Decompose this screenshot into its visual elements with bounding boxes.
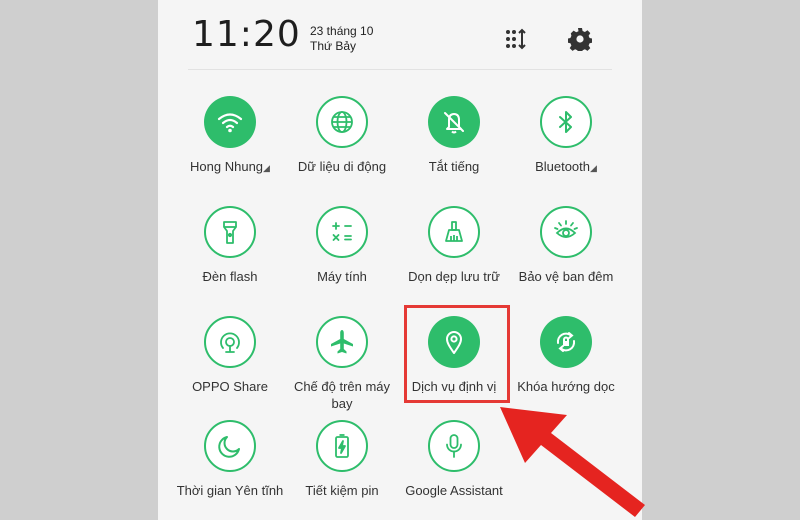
date-block: 23 tháng 10 Thứ Bảy bbox=[310, 24, 373, 54]
tile-flashlight[interactable]: Đèn flash bbox=[170, 206, 290, 285]
tile-bluetooth[interactable]: Bluetooth◢ bbox=[506, 96, 626, 177]
microphone-icon[interactable] bbox=[428, 420, 480, 472]
calculator-icon[interactable] bbox=[316, 206, 368, 258]
status-header: 11:20 23 tháng 10 Thứ Bảy bbox=[158, 0, 642, 70]
bell-off-icon[interactable] bbox=[428, 96, 480, 148]
tile-portrait-lock[interactable]: Khóa hướng dọc bbox=[506, 316, 626, 395]
tile-label: Hong Nhung◢ bbox=[190, 159, 270, 174]
tile-label: Dữ liệu di động bbox=[297, 159, 387, 174]
header-divider bbox=[188, 69, 612, 70]
tile-label: Tắt tiếng bbox=[428, 159, 480, 174]
airplane-icon[interactable] bbox=[316, 316, 368, 368]
share-radar-icon[interactable] bbox=[204, 316, 256, 368]
globe-icon[interactable] bbox=[316, 96, 368, 148]
grid-sort-icon[interactable] bbox=[504, 27, 528, 51]
tile-battery-saver[interactable]: Tiết kiệm pin bbox=[282, 420, 402, 499]
tile-quiet-time[interactable]: Thời gian Yên tĩnh bbox=[170, 420, 290, 499]
moon-icon[interactable] bbox=[204, 420, 256, 472]
eye-protection-icon[interactable] bbox=[540, 206, 592, 258]
tile-label: Bluetooth◢ bbox=[535, 159, 597, 174]
tile-mute[interactable]: Tắt tiếng bbox=[394, 96, 514, 175]
tile-night-protection[interactable]: Bảo vệ ban đêm bbox=[506, 206, 626, 285]
weekday-text: Thứ Bảy bbox=[310, 39, 357, 53]
flashlight-icon[interactable] bbox=[204, 206, 256, 258]
tile-label: Đèn flash bbox=[202, 269, 258, 284]
clock-time: 11:20 bbox=[192, 14, 301, 55]
tile-storage-cleanup[interactable]: Dọn dẹp lưu trữ bbox=[394, 206, 514, 285]
tile-label: Chế độ trên máy bay bbox=[293, 379, 391, 411]
tile-airplane-mode[interactable]: Chế độ trên máy bay bbox=[282, 316, 402, 412]
tile-label: Tiết kiệm pin bbox=[305, 483, 379, 498]
broom-icon[interactable] bbox=[428, 206, 480, 258]
bluetooth-icon[interactable] bbox=[540, 96, 592, 148]
date-text: 23 tháng 10 bbox=[310, 24, 374, 38]
tile-label: Máy tính bbox=[317, 269, 367, 284]
expand-triangle-icon: ◢ bbox=[590, 163, 597, 173]
settings-gear-icon[interactable] bbox=[567, 27, 593, 54]
tile-mobile-data[interactable]: Dữ liệu di động bbox=[282, 96, 402, 175]
tile-label: Thời gian Yên tĩnh bbox=[176, 483, 284, 498]
tile-label: OPPO Share bbox=[192, 379, 268, 394]
tile-label: Khóa hướng dọc bbox=[517, 379, 615, 394]
tile-wifi[interactable]: Hong Nhung◢ bbox=[170, 96, 290, 177]
tile-label: Dọn dẹp lưu trữ bbox=[408, 269, 500, 284]
expand-triangle-icon: ◢ bbox=[263, 163, 270, 173]
tile-label: Bảo vệ ban đêm bbox=[518, 269, 614, 284]
highlight-box bbox=[404, 305, 510, 403]
tile-calculator[interactable]: Máy tính bbox=[282, 206, 402, 285]
rotation-lock-icon[interactable] bbox=[540, 316, 592, 368]
wifi-icon[interactable] bbox=[204, 96, 256, 148]
tile-oppo-share[interactable]: OPPO Share bbox=[170, 316, 290, 395]
red-arrow-icon bbox=[500, 407, 645, 517]
battery-saver-icon[interactable] bbox=[316, 420, 368, 472]
